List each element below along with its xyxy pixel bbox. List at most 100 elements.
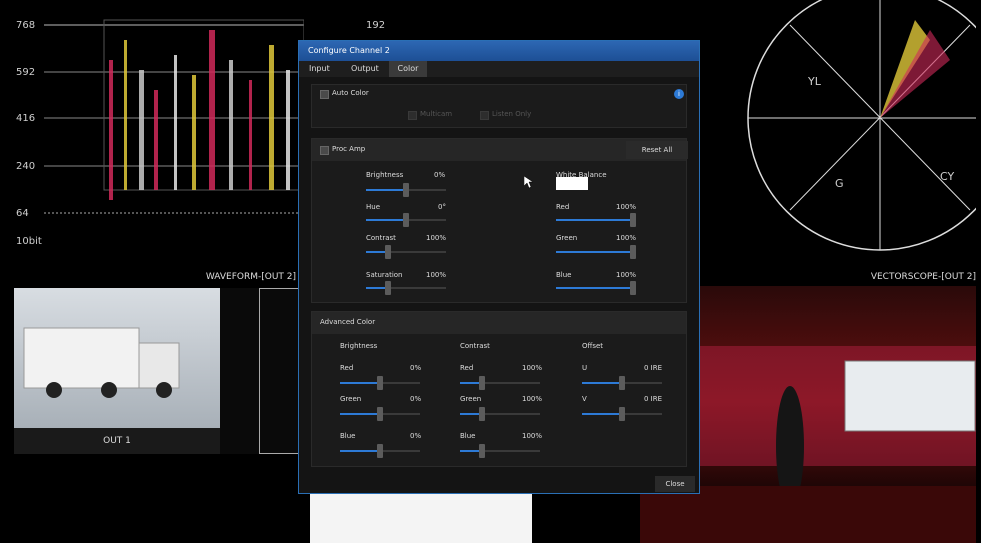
auto-color-checkbox[interactable] bbox=[320, 90, 329, 99]
proc-amp-section: Proc Amp Reset All Brightness 0% Hue 0° … bbox=[311, 138, 688, 303]
waveform-monitor: 768 592 416 240 64 10bit WAVEFORM-[OUT 2… bbox=[14, 0, 304, 286]
adv-offset-u-value: 0 IRE bbox=[644, 364, 663, 372]
close-button[interactable]: Close bbox=[655, 476, 695, 492]
adv-contrast-blue-value: 100% bbox=[522, 432, 543, 440]
saturation-label: Saturation bbox=[366, 271, 403, 279]
tab-input[interactable]: Input bbox=[309, 61, 333, 77]
adv-contrast-blue-label: Blue bbox=[460, 432, 476, 440]
waveform-axis-64: 64 bbox=[16, 208, 29, 219]
tab-output[interactable]: Output bbox=[351, 61, 381, 77]
adv-offset-header: Offset bbox=[582, 342, 604, 350]
adv-offset-v-slider[interactable] bbox=[582, 407, 662, 421]
hue-slider-thumb[interactable] bbox=[403, 213, 409, 227]
contrast-value: 100% bbox=[426, 234, 447, 242]
waveform-right-label: 192 bbox=[366, 20, 386, 31]
contrast-label: Contrast bbox=[366, 234, 396, 242]
adv-brightness-red-slider-thumb[interactable] bbox=[377, 376, 383, 390]
mouse-cursor-icon bbox=[524, 176, 533, 189]
listen-only-checkbox[interactable] bbox=[480, 111, 489, 120]
proc-amp-label: Proc Amp bbox=[332, 145, 366, 153]
adv-contrast-red-value: 100% bbox=[522, 364, 543, 372]
wb-red-label: Red bbox=[556, 203, 570, 211]
wb-blue-slider[interactable] bbox=[556, 281, 636, 295]
adv-brightness-red-label: Red bbox=[340, 364, 354, 372]
auto-color-section: Auto Color i Multicam Listen Only bbox=[311, 84, 687, 128]
wb-red-slider-thumb[interactable] bbox=[630, 213, 636, 227]
adv-contrast-header: Contrast bbox=[460, 342, 490, 350]
waveform-axis-592: 592 bbox=[16, 67, 36, 78]
saturation-slider-thumb[interactable] bbox=[385, 281, 391, 295]
multicam-label: Multicam bbox=[420, 110, 453, 118]
vectorscope-label-yl: YL bbox=[808, 75, 821, 88]
listen-only-label: Listen Only bbox=[492, 110, 532, 118]
adv-offset-v-slider-thumb[interactable] bbox=[619, 407, 625, 421]
wb-blue-slider-thumb[interactable] bbox=[630, 281, 636, 295]
adv-brightness-green-slider[interactable] bbox=[340, 407, 420, 421]
vectorscope-footer: VECTORSCOPE-[OUT 2] bbox=[870, 272, 976, 282]
waveform-bit-depth: 10bit bbox=[16, 236, 42, 247]
configure-channel-dialog: Configure Channel 2 Input Output Color A… bbox=[298, 40, 700, 494]
waveform-axis-416: 416 bbox=[16, 113, 36, 124]
saturation-slider[interactable] bbox=[366, 281, 446, 295]
adv-offset-u-slider[interactable] bbox=[582, 376, 662, 390]
file-list-thumbnail bbox=[310, 494, 532, 543]
adv-brightness-blue-label: Blue bbox=[340, 432, 356, 440]
adv-contrast-red-slider-thumb[interactable] bbox=[479, 376, 485, 390]
wb-blue-value: 100% bbox=[616, 271, 637, 279]
wb-green-slider-thumb[interactable] bbox=[630, 245, 636, 259]
wb-blue-label: Blue bbox=[556, 271, 572, 279]
contrast-slider-thumb[interactable] bbox=[385, 245, 391, 259]
auto-color-label: Auto Color bbox=[332, 89, 369, 97]
vectorscope-label-cy: CY bbox=[940, 170, 955, 183]
info-icon[interactable]: i bbox=[674, 89, 684, 99]
adv-brightness-green-label: Green bbox=[340, 395, 362, 403]
out1-preview-image bbox=[14, 288, 220, 428]
wb-green-value: 100% bbox=[616, 234, 637, 242]
brightness-value: 0% bbox=[434, 171, 446, 179]
adv-offset-u-slider-thumb[interactable] bbox=[619, 376, 625, 390]
hue-slider[interactable] bbox=[366, 213, 446, 227]
adv-brightness-header: Brightness bbox=[340, 342, 378, 350]
adv-contrast-green-slider-thumb[interactable] bbox=[479, 407, 485, 421]
adv-offset-v-value: 0 IRE bbox=[644, 395, 663, 403]
waveform-trace bbox=[44, 19, 304, 214]
white-balance-swatch[interactable] bbox=[556, 177, 588, 190]
saturation-value: 100% bbox=[426, 271, 447, 279]
dialog-title: Configure Channel 2 bbox=[299, 41, 699, 61]
waveform-footer: WAVEFORM-[OUT 2] bbox=[205, 272, 296, 282]
adv-brightness-blue-slider[interactable] bbox=[340, 444, 420, 458]
proc-amp-checkbox[interactable] bbox=[320, 146, 329, 155]
adv-brightness-green-value: 0% bbox=[410, 395, 422, 403]
brightness-slider[interactable] bbox=[366, 183, 446, 197]
adv-brightness-blue-slider-thumb[interactable] bbox=[377, 444, 383, 458]
adv-contrast-green-value: 100% bbox=[522, 395, 543, 403]
out1-label: OUT 1 bbox=[14, 428, 220, 454]
wb-red-slider[interactable] bbox=[556, 213, 636, 227]
adv-brightness-red-value: 0% bbox=[410, 364, 422, 372]
adv-brightness-green-slider-thumb[interactable] bbox=[377, 407, 383, 421]
adv-offset-v-label: V bbox=[582, 395, 587, 403]
adv-contrast-blue-slider-thumb[interactable] bbox=[479, 444, 485, 458]
waveform-axis-240: 240 bbox=[16, 161, 36, 172]
adv-contrast-blue-slider[interactable] bbox=[460, 444, 540, 458]
vectorscope-graticule bbox=[747, 0, 976, 251]
contrast-slider[interactable] bbox=[366, 245, 446, 259]
adv-contrast-red-slider[interactable] bbox=[460, 376, 540, 390]
adv-contrast-red-label: Red bbox=[460, 364, 474, 372]
wb-red-value: 100% bbox=[616, 203, 637, 211]
adv-offset-u-label: U bbox=[582, 364, 588, 372]
advanced-color-section: Advanced Color Brightness Red 0% Green 0… bbox=[311, 311, 687, 467]
wb-green-label: Green bbox=[556, 234, 578, 242]
advanced-color-label: Advanced Color bbox=[320, 318, 376, 326]
tab-color[interactable]: Color bbox=[389, 61, 427, 77]
hue-label: Hue bbox=[366, 203, 381, 211]
out1-monitor: OUT 1 bbox=[14, 288, 298, 454]
adv-brightness-red-slider[interactable] bbox=[340, 376, 420, 390]
vectorscope-monitor: YL G CY VECTORSCOPE-[OUT 2] bbox=[700, 0, 976, 286]
adv-contrast-green-slider[interactable] bbox=[460, 407, 540, 421]
reset-all-button[interactable]: Reset All bbox=[626, 141, 688, 159]
multicam-checkbox[interactable] bbox=[408, 111, 417, 120]
waveform-axis-768: 768 bbox=[16, 20, 36, 31]
brightness-slider-thumb[interactable] bbox=[403, 183, 409, 197]
wb-green-slider[interactable] bbox=[556, 245, 636, 259]
